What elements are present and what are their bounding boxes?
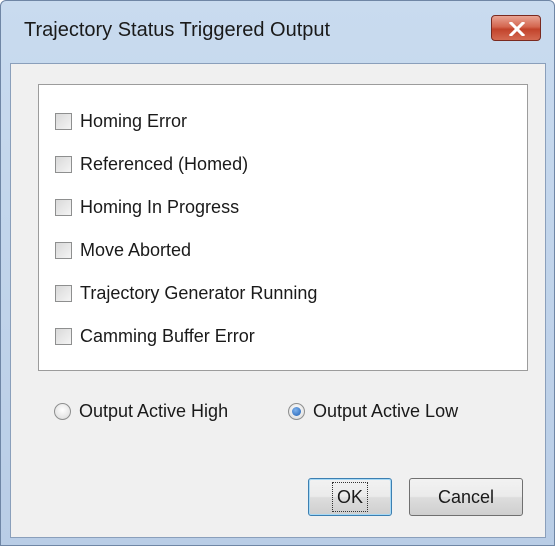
dialog-body: Homing Error Referenced (Homed) Homing I…	[10, 63, 546, 538]
checkbox-row-camming-buffer-error[interactable]: Camming Buffer Error	[55, 324, 255, 348]
homing-error-checkbox[interactable]	[55, 112, 72, 130]
status-checkbox-group: Homing Error Referenced (Homed) Homing I…	[38, 84, 528, 371]
dialog-window: Trajectory Status Triggered Output Homin…	[0, 0, 555, 546]
checkbox-label: Homing Error	[80, 110, 188, 131]
homing-in-progress-checkbox[interactable]	[55, 198, 72, 216]
radio-label: Output Active High	[79, 400, 229, 421]
referenced-checkbox[interactable]	[55, 155, 72, 173]
checkbox-label: Camming Buffer Error	[80, 325, 255, 346]
checkbox-row-referenced[interactable]: Referenced (Homed)	[55, 152, 248, 176]
ok-button-label: OK	[331, 482, 369, 512]
checkbox-row-homing-in-progress[interactable]: Homing In Progress	[55, 195, 239, 219]
title-bar[interactable]: Trajectory Status Triggered Output	[1, 1, 554, 63]
output-active-low-radio[interactable]	[288, 402, 305, 420]
checkbox-row-move-aborted[interactable]: Move Aborted	[55, 238, 191, 262]
checkbox-label: Move Aborted	[80, 239, 192, 260]
trajectory-generator-running-checkbox[interactable]	[55, 284, 72, 302]
ok-button[interactable]: OK	[308, 478, 392, 516]
close-button[interactable]	[491, 15, 541, 41]
checkbox-label: Referenced (Homed)	[80, 153, 249, 174]
radio-output-active-low[interactable]: Output Active Low	[288, 398, 458, 424]
close-x-icon	[509, 22, 525, 36]
checkbox-row-homing-error[interactable]: Homing Error	[55, 109, 187, 133]
window-title: Trajectory Status Triggered Output	[24, 19, 331, 41]
cancel-button[interactable]: Cancel	[409, 478, 523, 516]
cancel-button-label: Cancel	[437, 487, 495, 507]
checkbox-label: Trajectory Generator Running	[80, 282, 318, 303]
move-aborted-checkbox[interactable]	[55, 241, 72, 259]
checkbox-row-trajectory-generator-running[interactable]: Trajectory Generator Running	[55, 281, 317, 305]
radio-label: Output Active Low	[313, 400, 459, 421]
output-active-high-radio[interactable]	[54, 402, 71, 420]
radio-output-active-high[interactable]: Output Active High	[54, 398, 228, 424]
checkbox-label: Homing In Progress	[80, 196, 240, 217]
camming-buffer-error-checkbox[interactable]	[55, 327, 72, 345]
